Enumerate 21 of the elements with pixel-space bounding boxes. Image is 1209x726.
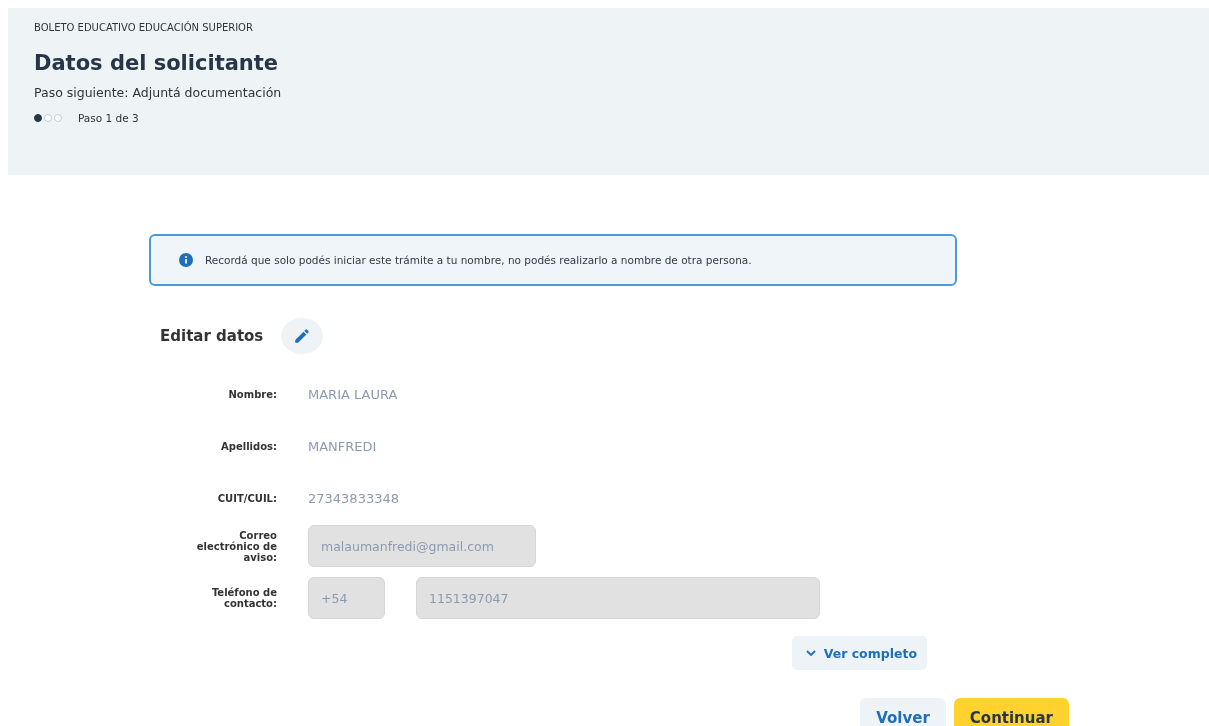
field-value: MANFREDI (308, 438, 377, 454)
chevron-down-icon (805, 650, 816, 656)
continue-button[interactable]: Continuar (953, 698, 1069, 726)
expand-button[interactable]: Ver completo (791, 636, 927, 670)
info-icon (179, 253, 193, 267)
step-counter: Paso 1 de 3 (78, 112, 139, 124)
field-label: Nombre: (227, 388, 278, 400)
edit-button[interactable] (281, 318, 324, 354)
alert-text: Recordá que solo podés iniciar este trámite a tu nombre, no podés realizarlo a nombre de otra persona. (205, 254, 752, 266)
back-button[interactable]: Volver (860, 698, 946, 726)
field-value: MARIA LAURA (308, 386, 398, 402)
field-label: Teléfono de contacto: (210, 587, 278, 609)
section-title: Editar datos (160, 327, 264, 345)
pencil-icon (293, 327, 312, 345)
page-title: Datos del solicitante (34, 51, 280, 75)
breadcrumb-text: BOLETO EDUCATIVO EDUCACIÓN SUPERIOR (34, 22, 254, 33)
field-label: Correo electrónico de aviso: (195, 529, 278, 563)
field-label: CUIT/CUIL: (216, 492, 278, 504)
next-step-text: Paso siguiente: Adjuntá documentación (34, 85, 283, 100)
field-value: 27343833348 (308, 490, 399, 506)
field-label: Apellidos: (220, 440, 278, 452)
